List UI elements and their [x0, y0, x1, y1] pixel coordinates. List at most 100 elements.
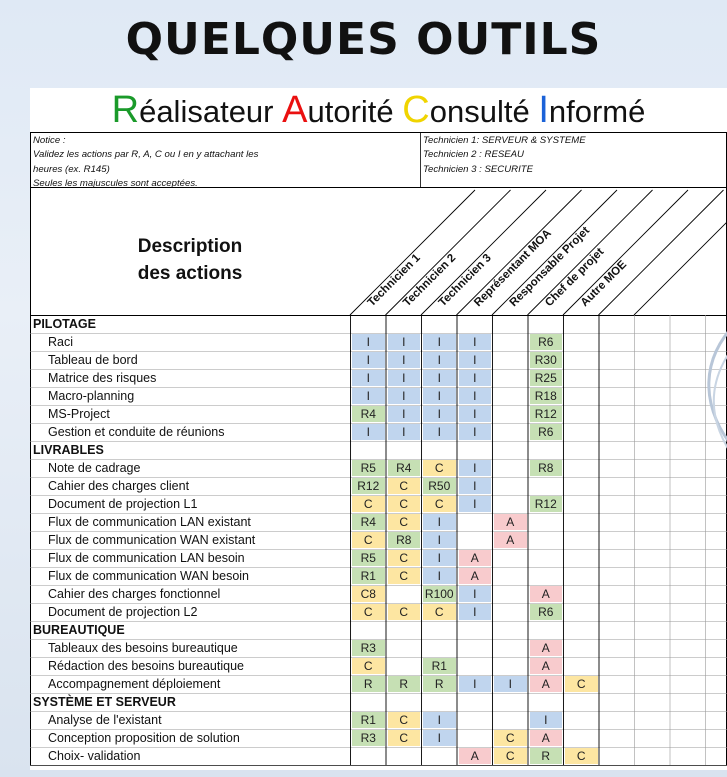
- raci-cell: I: [387, 406, 420, 422]
- action-label: MS-Project: [48, 407, 110, 421]
- raci-cell: R12: [529, 406, 562, 422]
- action-label: Document de projection L1: [48, 497, 198, 511]
- raci-sheet: Réalisateur Autorité Consulté Informé Te…: [30, 88, 727, 770]
- raci-cell: I: [494, 676, 527, 692]
- raci-cell: R6: [529, 334, 562, 350]
- raci-cell: R: [529, 748, 562, 764]
- action-label: Tableaux des besoins bureautique: [48, 641, 238, 655]
- raci-cell: I: [352, 424, 385, 440]
- raci-cell: C: [387, 568, 420, 584]
- section-row: LIVRABLES: [30, 441, 727, 459]
- table-row: MS-Project R4 I I I R12: [30, 405, 727, 423]
- raci-cell: A: [529, 640, 562, 656]
- raci-cell: C: [387, 496, 420, 512]
- raci-cell: R50: [423, 478, 456, 494]
- table-row: Macro-planning I I I I R18: [30, 387, 727, 405]
- action-label: Conception proposition de solution: [48, 731, 240, 745]
- raci-cell: I: [458, 496, 491, 512]
- table-row: Matrice des risques I I I I R25: [30, 369, 727, 387]
- raci-cell: I: [423, 424, 456, 440]
- description-header: Description des actions: [137, 236, 243, 284]
- technician-line: Technicien 1: SERVEUR & SYSTEME: [423, 135, 586, 146]
- table-row: Cahier des charges fonctionnel C8 R100 I A: [30, 585, 727, 603]
- table-row: Flux de communication LAN besoin R5 C I A: [30, 549, 727, 567]
- table-row: Document de projection L1 C C C I R12: [30, 495, 727, 513]
- raci-cell: R: [352, 676, 385, 692]
- notice-line: Seules les majuscules sont acceptées.: [33, 178, 198, 190]
- raci-cell: C: [387, 730, 420, 746]
- raci-cell: I: [423, 532, 456, 548]
- raci-cell: C: [387, 604, 420, 620]
- raci-cell: C: [423, 604, 456, 620]
- raci-cell: R3: [352, 730, 385, 746]
- raci-cell: A: [529, 586, 562, 602]
- table-row: Choix- validation A C R C: [30, 747, 727, 765]
- raci-cell: R6: [529, 424, 562, 440]
- action-label: Flux de communication LAN existant: [48, 515, 251, 529]
- action-label: Analyse de l'existant: [48, 713, 162, 727]
- raci-cell: A: [458, 550, 491, 566]
- table-row: Cahier des charges client R12 C R50 I: [30, 477, 727, 495]
- technician-line: Technicien 3 : SECURITE: [423, 163, 534, 175]
- raci-cell: I: [458, 604, 491, 620]
- raci-cell: C: [387, 478, 420, 494]
- raci-cell: A: [529, 658, 562, 674]
- raci-cell: R25: [529, 370, 562, 386]
- raci-cell: R6: [529, 604, 562, 620]
- raci-cell: A: [458, 568, 491, 584]
- raci-cell: A: [529, 676, 562, 692]
- raci-cell: I: [458, 406, 491, 422]
- raci-cell: I: [423, 730, 456, 746]
- action-label: Flux de communication WAN besoin: [48, 569, 250, 583]
- technicians-legend: Technicien 1: SERVEUR & SYSTEME Technicie…: [423, 134, 723, 177]
- raci-cell: R3: [352, 640, 385, 656]
- table-row: Accompagnement déploiement R R R I I A C: [30, 675, 727, 693]
- section-row: PILOTAGE: [30, 315, 727, 333]
- action-label: Flux de communication WAN existant: [48, 533, 256, 547]
- notice-block: Notice : Validez les actions par R, A, C …: [33, 134, 353, 192]
- raci-cell: I: [387, 388, 420, 404]
- raci-cell: R: [387, 676, 420, 692]
- raci-cell: C: [494, 730, 527, 746]
- action-label: Accompagnement déploiement: [48, 677, 221, 691]
- raci-cell: I: [423, 370, 456, 386]
- action-label: Note de cadrage: [48, 461, 141, 475]
- raci-cell: I: [458, 370, 491, 386]
- notice-line: Notice :: [33, 135, 66, 146]
- raci-cell: I: [352, 370, 385, 386]
- raci-cell: R: [423, 676, 456, 692]
- table-row: Analyse de l'existant R1 C I I: [30, 711, 727, 729]
- raci-cell: I: [387, 352, 420, 368]
- raci-cell: C: [565, 676, 598, 692]
- raci-cell: I: [387, 334, 420, 350]
- raci-cell: R1: [352, 712, 385, 728]
- raci-cell: R8: [529, 460, 562, 476]
- raci-cell: I: [458, 352, 491, 368]
- table-row: Tableau de bord I I I I R30: [30, 351, 727, 369]
- raci-cell: R1: [423, 658, 456, 674]
- raci-cell: C: [423, 496, 456, 512]
- raci-cell: A: [529, 730, 562, 746]
- action-label: Cahier des charges fonctionnel: [48, 587, 221, 601]
- notice-line: heures (ex. R145): [33, 163, 110, 175]
- table-row: Document de projection L2 C C C I R6: [30, 603, 727, 621]
- raci-cell: C: [387, 550, 420, 566]
- raci-cell: I: [458, 586, 491, 602]
- raci-cell: I: [352, 334, 385, 350]
- raci-cell: R12: [352, 478, 385, 494]
- raci-cell: I: [352, 352, 385, 368]
- raci-cell: I: [423, 352, 456, 368]
- action-label: Matrice des risques: [48, 371, 157, 385]
- raci-cell: I: [458, 478, 491, 494]
- header-diagonal: [598, 189, 724, 316]
- raci-cell: A: [494, 514, 527, 530]
- action-label: Tableau de bord: [48, 353, 138, 367]
- section-label: BUREAUTIQUE: [33, 623, 125, 637]
- raci-cell: I: [352, 388, 385, 404]
- raci-cell: I: [423, 550, 456, 566]
- table-row: Tableaux des besoins bureautique R3 A: [30, 639, 727, 657]
- raci-cell: I: [387, 424, 420, 440]
- raci-cell: R4: [387, 460, 420, 476]
- raci-cell: I: [458, 460, 491, 476]
- raci-cell: R1: [352, 568, 385, 584]
